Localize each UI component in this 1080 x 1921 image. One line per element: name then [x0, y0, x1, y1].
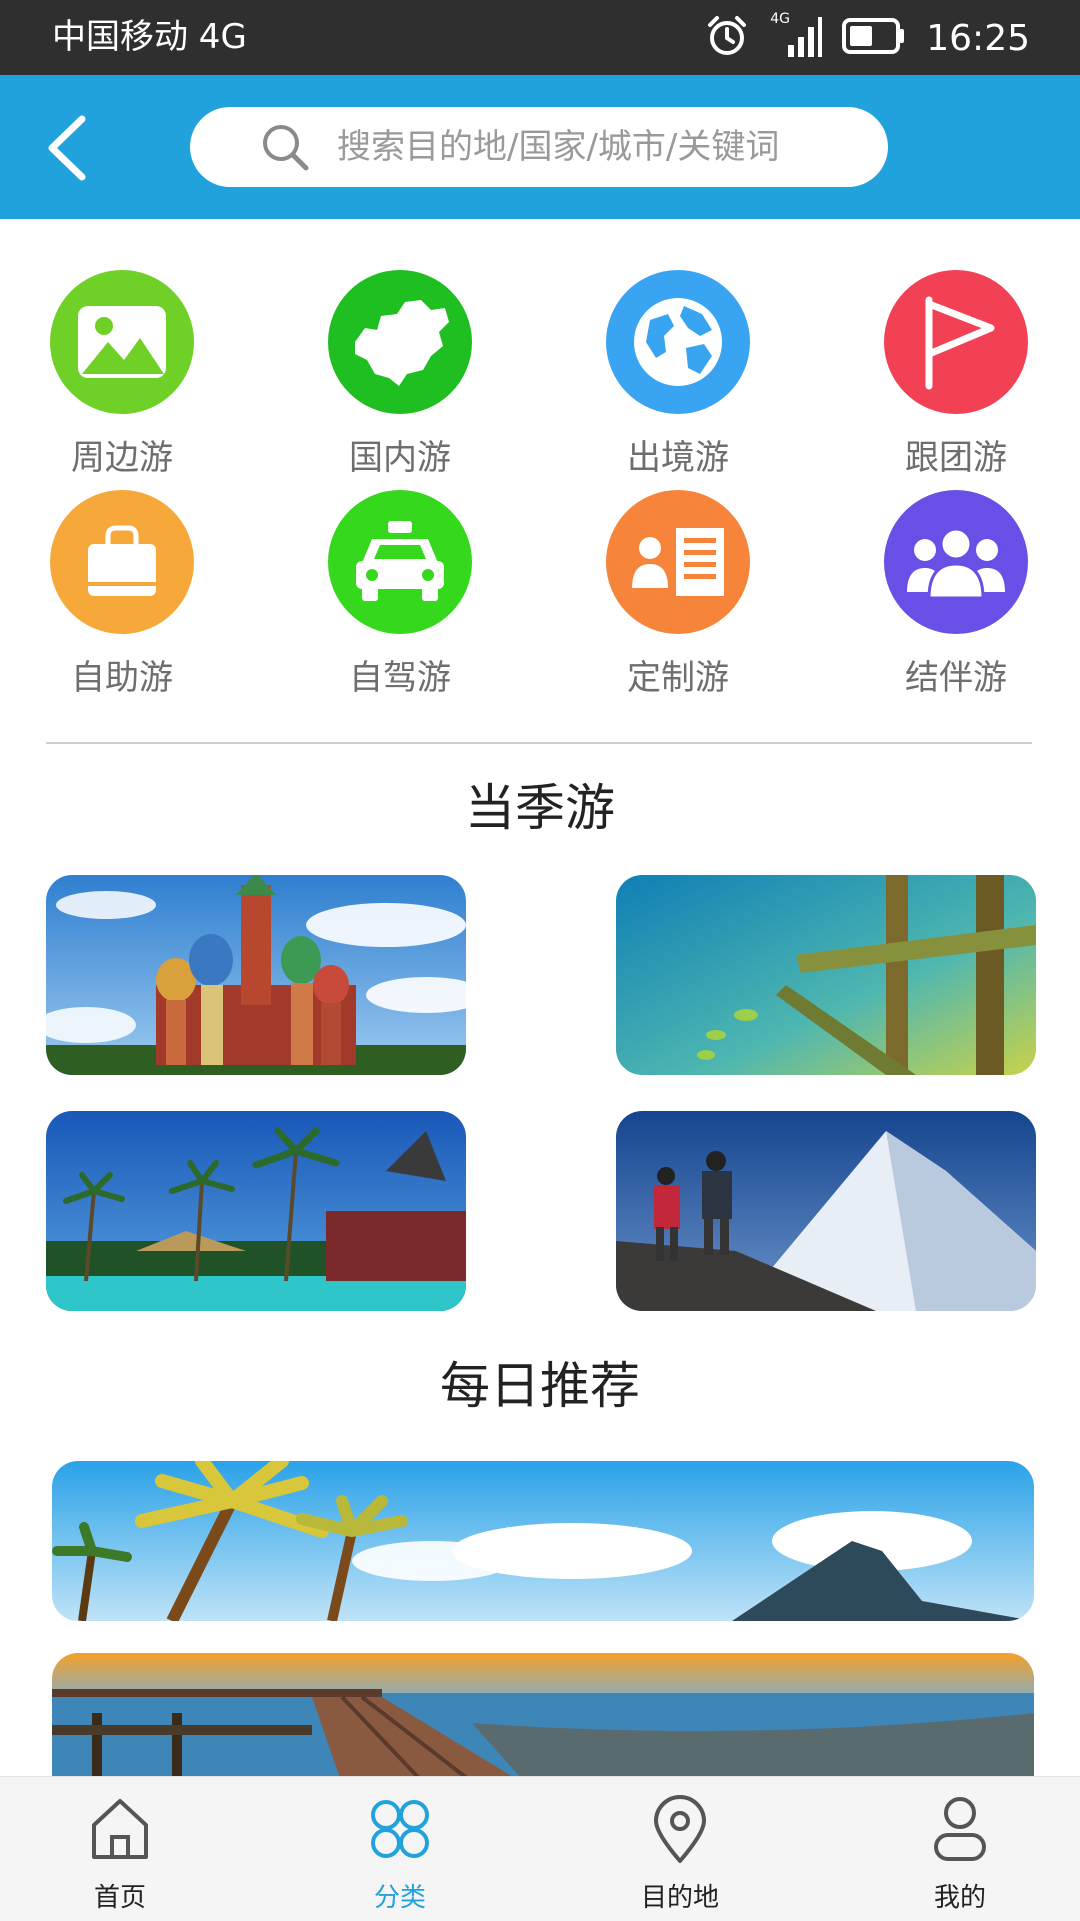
user-icon	[934, 1797, 986, 1861]
nav-destination-label: 目的地	[640, 1883, 719, 1913]
flag-icon	[884, 270, 1028, 414]
profile-card-icon	[606, 490, 750, 634]
carrier-label: 中国移动 4G	[52, 17, 247, 57]
category-label: 自助游	[71, 658, 173, 698]
category-companion[interactable]: 结伴游	[834, 490, 1034, 700]
category-nearby[interactable]: 周边游	[0, 270, 200, 480]
car-icon	[328, 490, 472, 634]
seasonal-title: 当季游	[465, 779, 615, 837]
daily-title: 每日推荐	[440, 1357, 640, 1415]
header-bar	[0, 75, 1080, 219]
chevron-left-icon	[48, 115, 86, 181]
status-bar: 中国移动 4G 4G 16:25	[0, 0, 1080, 75]
location-pin-icon	[654, 1795, 706, 1863]
nav-category[interactable]: 分类	[300, 1777, 500, 1921]
nav-category-label: 分类	[373, 1883, 426, 1913]
landscape-icon	[50, 270, 194, 414]
alarm-icon	[704, 13, 750, 63]
bottom-nav: 首页 分类 目的地 我的	[0, 1776, 1080, 1921]
category-icon	[371, 1800, 429, 1858]
group-icon	[884, 490, 1028, 634]
category-group-tour[interactable]: 跟团游	[834, 270, 1034, 480]
category-custom[interactable]: 定制游	[556, 490, 756, 700]
lake-pier-photo[interactable]	[616, 875, 1036, 1075]
home-icon	[92, 1799, 148, 1859]
category-outbound[interactable]: 出境游	[556, 270, 756, 480]
tropical-resort-photo[interactable]	[46, 1111, 466, 1311]
battery-icon	[842, 16, 906, 60]
category-label: 自驾游	[349, 658, 451, 698]
cathedral-photo[interactable]	[46, 875, 466, 1075]
globe-icon	[606, 270, 750, 414]
category-label: 跟团游	[905, 438, 1007, 478]
search-bar[interactable]	[190, 107, 888, 187]
category-label: 国内游	[349, 438, 451, 478]
china-map-icon	[328, 270, 472, 414]
category-label: 结伴游	[905, 658, 1007, 698]
category-label: 出境游	[627, 438, 729, 478]
nav-home-label: 首页	[93, 1883, 146, 1913]
category-domestic[interactable]: 国内游	[278, 270, 478, 480]
mountain-climbers-photo[interactable]	[616, 1111, 1036, 1311]
nav-home[interactable]: 首页	[20, 1777, 220, 1921]
palm-beach-banner[interactable]	[52, 1461, 1034, 1621]
category-label: 定制游	[627, 658, 729, 698]
category-self-guided[interactable]: 自助游	[0, 490, 200, 700]
search-input[interactable]	[335, 126, 819, 168]
status-indicators: 4G 16:25	[704, 11, 1030, 64]
nav-profile-label: 我的	[933, 1883, 986, 1913]
bag-icon	[50, 490, 194, 634]
nav-destination[interactable]: 目的地	[580, 1777, 780, 1921]
clock: 16:25	[926, 17, 1030, 59]
category-label: 周边游	[71, 438, 173, 478]
divider	[46, 742, 1032, 744]
back-button[interactable]	[40, 113, 100, 183]
signal-icon: 4G	[770, 11, 823, 61]
search-icon	[263, 125, 309, 171]
category-self-drive[interactable]: 自驾游	[278, 490, 478, 700]
nav-profile[interactable]: 我的	[860, 1777, 1060, 1921]
